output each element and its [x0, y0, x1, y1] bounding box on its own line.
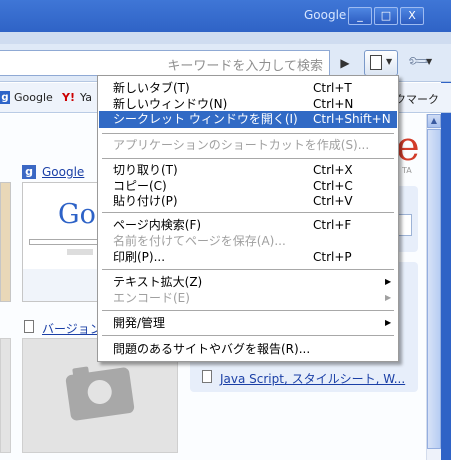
window-title: Google [304, 8, 347, 22]
menu-item-label: 切り取り(T) [113, 163, 178, 177]
menu-item-shortcut: Ctrl+T [313, 81, 352, 95]
other-bookmarks[interactable]: クマーク [395, 91, 439, 107]
scroll-up-icon[interactable]: ▲ [427, 114, 441, 128]
menu-separator [102, 158, 394, 159]
menu-item-shortcut: Ctrl+V [313, 194, 353, 208]
thumbnail-partial[interactable] [0, 182, 11, 302]
google-favicon-icon: g [0, 91, 10, 104]
yahoo-favicon-icon: Y! [62, 91, 75, 104]
recent-link[interactable]: Java Script, スタイルシート, W... [220, 370, 405, 387]
scrollbar-thumb[interactable] [427, 129, 441, 449]
menu-item-label: 新しいタブ(T) [113, 81, 190, 95]
menu-item-label: コピー(C) [113, 179, 167, 193]
menu-item-label: 開発/管理 [113, 316, 166, 330]
maximize-button[interactable]: □ [374, 7, 398, 25]
page-menu-button[interactable]: ▼ [364, 50, 398, 76]
thumbnail-google[interactable]: Goo [22, 182, 104, 302]
menu-item-shortcut: Ctrl+N [313, 97, 354, 111]
brand-logo-fragment: e [396, 124, 420, 170]
chevron-down-icon: ▼ [386, 57, 393, 66]
menu-item-label: テキスト拡大(Z) [113, 275, 203, 289]
menu-item-encoding[interactable]: エンコード(E) ▶ [99, 290, 397, 307]
thumbnail-placeholder[interactable] [0, 338, 11, 453]
menu-item-shortcut: Ctrl+Shift+N [313, 112, 391, 126]
menu-item-shortcut: Ctrl+C [313, 179, 353, 193]
menu-item-paste[interactable]: 貼り付け(P) Ctrl+V [99, 193, 397, 210]
menu-item-shortcut: Ctrl+P [313, 250, 352, 264]
version-link[interactable]: バージョン [42, 320, 102, 337]
menu-item-label: 新しいウィンドウ(N) [113, 97, 228, 111]
menu-item-incognito[interactable]: シークレット ウィンドウを開く(I) Ctrl+Shift+N [99, 111, 397, 128]
scrollbar[interactable]: ▲ [426, 114, 441, 460]
menu-separator [102, 310, 394, 311]
menu-item-label: アプリケーションのショートカットを作成(S)... [113, 138, 370, 152]
close-button[interactable]: X [400, 7, 424, 25]
document-icon [24, 320, 34, 333]
go-icon[interactable]: ▶ [334, 51, 356, 75]
page-icon [370, 55, 382, 70]
menu-separator [102, 335, 394, 336]
menu-item-label: 名前を付けてページを保存(A)... [113, 234, 286, 248]
bookmark-yahoo[interactable]: Ya [80, 91, 92, 104]
submenu-arrow-icon: ▶ [385, 277, 392, 286]
chevron-down-icon: ▼ [426, 57, 433, 66]
page-menu: 新しいタブ(T) Ctrl+T 新しいウィンドウ(N) Ctrl+N シークレッ… [97, 75, 399, 362]
search-box-preview [29, 239, 99, 245]
bookmark-google[interactable]: Google [14, 91, 53, 104]
brand-subtitle: TA [402, 166, 412, 175]
menu-separator [102, 212, 394, 213]
menu-item-report-bug[interactable]: 問題のあるサイトやバグを報告(R)... [99, 341, 397, 358]
submenu-arrow-icon: ▶ [385, 293, 392, 302]
menu-item-create-shortcut[interactable]: アプリケーションのショートカットを作成(S)... [99, 137, 397, 154]
menu-item-label: エンコード(E) [113, 291, 190, 305]
tools-menu-button[interactable]: 🔧︎ ▼ [404, 48, 438, 76]
camera-icon [65, 366, 135, 422]
menu-item-new-tab[interactable]: 新しいタブ(T) Ctrl+T [99, 80, 397, 97]
thumbnail-title-google[interactable]: Google [42, 165, 84, 179]
menu-item-label: 問題のあるサイトやバグを報告(R)... [113, 342, 311, 356]
search-placeholder: キーワードを入力して検索 [167, 59, 323, 74]
submenu-arrow-icon: ▶ [385, 318, 392, 327]
menu-item-cut[interactable]: 切り取り(T) Ctrl+X [99, 162, 397, 179]
buttons-preview [67, 249, 93, 255]
menu-separator [102, 133, 394, 134]
google-favicon-icon: g [22, 165, 36, 179]
menu-item-label: 印刷(P)... [113, 250, 166, 264]
links-preview [23, 269, 103, 301]
menu-item-print[interactable]: 印刷(P)... Ctrl+P [99, 249, 397, 266]
menu-item-label: ページ内検索(F) [113, 218, 202, 232]
menu-item-shortcut: Ctrl+X [313, 163, 353, 177]
menu-item-label: シークレット ウィンドウを開く(I) [113, 112, 298, 126]
minimize-button[interactable]: _ [348, 7, 372, 25]
search-input[interactable]: キーワードを入力して検索 [0, 50, 330, 76]
menu-item-label: 貼り付け(P) [113, 194, 178, 208]
menu-item-save-page[interactable]: 名前を付けてページを保存(A)... [99, 233, 397, 250]
document-icon [202, 370, 212, 383]
menu-item-shortcut: Ctrl+F [313, 218, 352, 232]
menu-separator [102, 269, 394, 270]
menu-item-find[interactable]: ページ内検索(F) Ctrl+F [99, 217, 397, 234]
tab-strip [0, 32, 451, 44]
menu-item-zoom[interactable]: テキスト拡大(Z) ▶ [99, 274, 397, 291]
menu-item-developer[interactable]: 開発/管理 ▶ [99, 315, 397, 332]
